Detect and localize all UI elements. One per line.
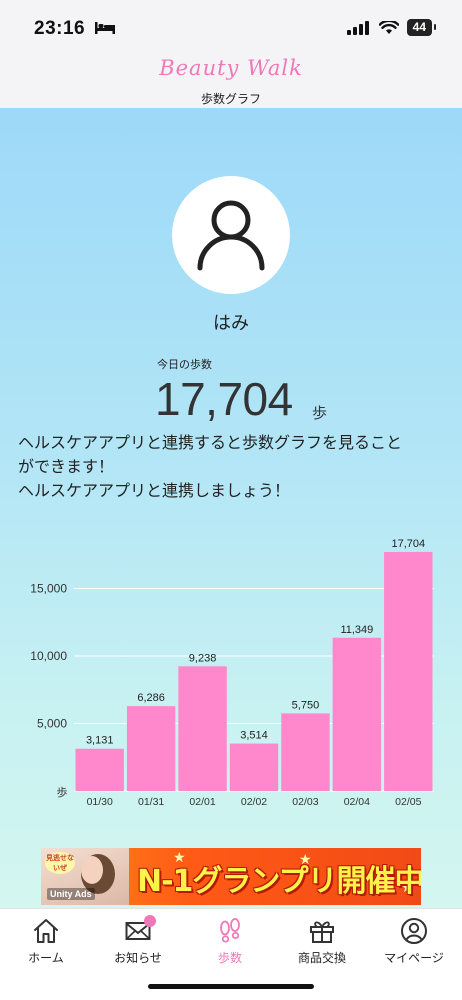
- bar: [126, 706, 176, 791]
- bar-value-label: 3,131: [86, 735, 114, 747]
- bar-value-label: 11,349: [340, 624, 373, 636]
- message-line: ヘルスケアアプリと連携すると歩数グラフを見ること: [18, 433, 403, 452]
- avatar[interactable]: [172, 176, 290, 294]
- tab-label: マイページ: [384, 951, 444, 965]
- bed-icon: [95, 22, 115, 34]
- y-axis-unit-label: 歩: [57, 785, 68, 799]
- wifi-icon: [378, 20, 399, 34]
- bar-value-label: 17,704: [391, 538, 425, 550]
- gift-icon: [310, 921, 334, 943]
- home-indicator: [148, 984, 314, 989]
- brand-logo: Beauty Walk: [159, 56, 303, 80]
- x-tick-label: 01/31: [138, 796, 164, 808]
- page-title: 歩数グラフ: [200, 92, 261, 106]
- bar: [229, 743, 279, 791]
- x-tick-label: 02/02: [241, 796, 267, 808]
- ad-photo: 見逃せないぜ Unity Ads: [41, 848, 129, 905]
- main-content: はみ 今日の歩数 17,704 歩 ヘルスケアアプリと連携すると歩数グラフを見る…: [0, 108, 462, 908]
- status-time: 23:16: [34, 18, 86, 39]
- tab-notifications[interactable]: お知らせ: [92, 915, 184, 966]
- bar-value-label: 3,514: [240, 730, 268, 742]
- message-line: ヘルスケアアプリと連携しましょう！: [18, 481, 291, 500]
- tab-label: 歩数: [217, 951, 242, 965]
- tab-rewards[interactable]: 商品交換: [276, 917, 368, 966]
- x-tick-label: 02/05: [395, 796, 421, 808]
- today-steps-value: 17,704: [155, 373, 293, 425]
- battery-indicator: 44: [406, 19, 437, 36]
- bar: [332, 637, 382, 791]
- ad-banner[interactable]: 見逃せないぜ Unity Ads ★ ★ ★ N-1グランプリ開催中: [41, 848, 421, 905]
- user-icon: [401, 918, 427, 944]
- x-tick-label: 02/03: [292, 796, 318, 808]
- y-tick-label: 10,000: [30, 649, 67, 663]
- x-tick-label: 02/01: [189, 796, 215, 808]
- y-tick-label: 5,000: [37, 717, 67, 731]
- tab-label: ホーム: [28, 951, 64, 965]
- tab-label: お知らせ: [114, 951, 162, 965]
- tab-home[interactable]: ホーム: [0, 917, 92, 966]
- x-tick-label: 02/04: [344, 796, 370, 808]
- tab-steps[interactable]: 歩数: [184, 917, 276, 966]
- user-name: はみ: [213, 313, 249, 334]
- bar: [281, 713, 330, 791]
- notification-badge: [144, 915, 156, 927]
- ad-badge: 見逃せないぜ: [45, 852, 75, 874]
- message-line: ができます！: [18, 457, 115, 476]
- healthcare-link-message: ヘルスケアアプリと連携すると歩数グラフを見ること ができます！ ヘルスケアアプリ…: [18, 431, 450, 503]
- bar-value-label: 9,238: [189, 652, 217, 664]
- steps-bar-chart: 5,000 10,000 15,000 歩 3,131 01/30 6,286 01/31 9,…: [30, 538, 434, 808]
- x-tick-label: 01/30: [87, 796, 113, 808]
- unity-ads-label: Unity Ads: [47, 888, 95, 900]
- bar-value-label: 6,286: [137, 692, 165, 704]
- home-icon: [34, 919, 58, 943]
- user-avatar-icon: [197, 200, 265, 271]
- app-header: Beauty Walk 歩数グラフ: [0, 50, 462, 108]
- bar-value-label: 5,750: [292, 699, 320, 711]
- status-bar: 23:16 44: [0, 0, 462, 50]
- today-steps-unit: 歩: [312, 404, 328, 422]
- bar: [384, 551, 433, 791]
- today-steps-label: 今日の歩数: [157, 358, 212, 371]
- cellular-signal-icon: [346, 20, 369, 35]
- bar: [75, 748, 124, 791]
- tab-label: 商品交換: [297, 951, 346, 965]
- ad-title: N-1グランプリ開催中: [137, 864, 421, 899]
- footprints-icon: [220, 918, 240, 943]
- y-tick-label: 15,000: [30, 582, 67, 596]
- bar: [178, 666, 227, 791]
- tab-mypage[interactable]: マイページ: [368, 917, 460, 966]
